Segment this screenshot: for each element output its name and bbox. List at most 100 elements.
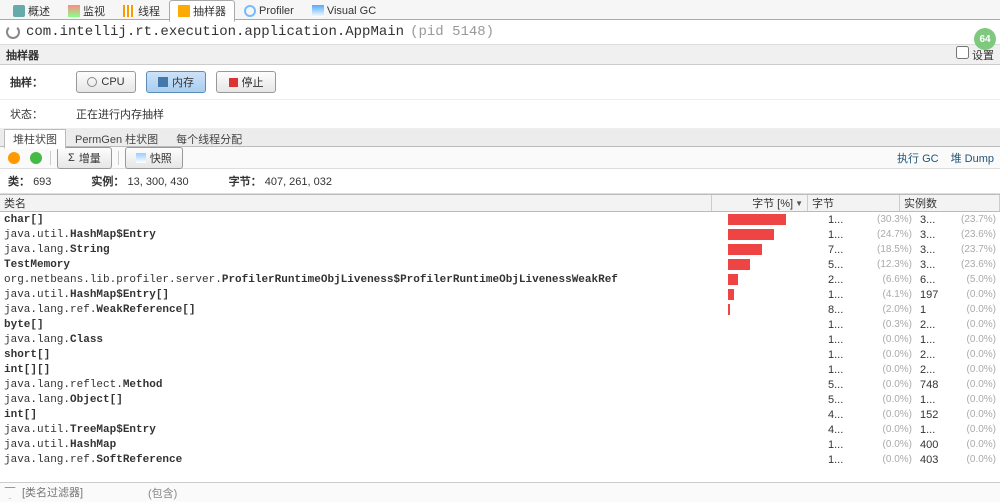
cell-bar: [728, 229, 824, 240]
table-row[interactable]: char[]1...(30.3%)3...(23.7%): [0, 212, 1000, 227]
table-row[interactable]: java.util.TreeMap$Entry4...(0.0%)1...(0.…: [0, 422, 1000, 437]
table-row[interactable]: TestMemory5...(12.3%)3...(23.6%): [0, 257, 1000, 272]
table-row[interactable]: short[]1...(0.0%)2...(0.0%): [0, 347, 1000, 362]
tab-threads[interactable]: 线程: [114, 0, 169, 22]
cell-bar: [728, 244, 824, 255]
section-header: 抽样器 设置: [0, 45, 1000, 65]
cell-classname: java.lang.reflect.Method: [0, 379, 728, 391]
subtab-perthread[interactable]: 每个线程分配: [167, 129, 251, 149]
cell-bar: [728, 319, 824, 330]
cell-classname: java.lang.ref.WeakReference[]: [0, 304, 728, 316]
table-row[interactable]: byte[]1...(0.3%)2...(0.0%): [0, 317, 1000, 332]
snapshot-icon: [136, 153, 146, 163]
col-classname[interactable]: 类名: [0, 195, 712, 211]
cell-bar: [728, 289, 824, 300]
cell-bar: [728, 409, 824, 420]
stop-icon: [229, 78, 238, 87]
table-row[interactable]: java.util.HashMap$Entry1...(24.7%)3...(2…: [0, 227, 1000, 242]
subtab-heap[interactable]: 堆柱状图: [4, 129, 66, 149]
cell-bytes: 5...(0.0%): [824, 394, 916, 406]
col-bytes-pct[interactable]: 字节 [%]▼: [712, 195, 808, 211]
sigma-icon: Σ: [68, 152, 75, 164]
cell-instances: 2...(0.0%): [916, 364, 1000, 376]
cell-classname: java.lang.ref.SoftReference: [0, 454, 728, 466]
table-row[interactable]: int[] 4...(0.0%)152(0.0%): [0, 407, 1000, 422]
cell-bar: [728, 214, 824, 225]
table-row[interactable]: java.lang.String7...(18.5%)3...(23.7%): [0, 242, 1000, 257]
arch-badge: 64: [974, 28, 996, 50]
stop-button[interactable]: 停止: [216, 71, 276, 93]
cell-bytes: 1...(0.0%): [824, 349, 916, 361]
process-name: com.intellij.rt.execution.application.Ap…: [26, 24, 404, 40]
filter-mode[interactable]: (包含): [148, 485, 177, 501]
cell-bar: [728, 349, 824, 360]
class-filter-input[interactable]: [22, 487, 142, 499]
table-row[interactable]: java.lang.reflect.Method5...(0.0%)748(0.…: [0, 377, 1000, 392]
table-row[interactable]: org.netbeans.lib.profiler.server.Profile…: [0, 272, 1000, 287]
cell-bytes: 1...(24.7%): [824, 229, 916, 241]
gc-link[interactable]: 执行 GC: [897, 150, 939, 166]
sampler-icon: [178, 5, 190, 17]
delta-button[interactable]: Σ增量: [57, 147, 112, 169]
cell-bar: [728, 334, 824, 345]
table-row[interactable]: java.lang.ref.WeakReference[]8...(2.0%)1…: [0, 302, 1000, 317]
heapdump-link[interactable]: 堆 Dump: [951, 150, 994, 166]
cell-bytes: 1...(0.0%): [824, 334, 916, 346]
cell-instances: 403(0.0%): [916, 454, 1000, 466]
filter-row: (包含): [0, 482, 1000, 502]
cell-classname: int[]: [0, 409, 728, 421]
table-body[interactable]: char[]1...(30.3%)3...(23.7%)java.util.Ha…: [0, 212, 1000, 482]
cell-bar: [728, 439, 824, 450]
table-row[interactable]: java.lang.Class1...(0.0%)1...(0.0%): [0, 332, 1000, 347]
filter-icon[interactable]: [4, 487, 16, 499]
cell-classname: java.util.TreeMap$Entry: [0, 424, 728, 436]
cell-bytes: 4...(0.0%): [824, 424, 916, 436]
snapshot-button[interactable]: 快照: [125, 147, 183, 169]
cell-bar: [728, 364, 824, 375]
refresh-icon[interactable]: [6, 25, 20, 39]
tab-visualgc[interactable]: Visual GC: [303, 2, 385, 20]
cell-bytes: 4...(0.0%): [824, 409, 916, 421]
cell-instances: 1...(0.0%): [916, 394, 1000, 406]
memory-button[interactable]: 内存: [146, 71, 206, 93]
chart-icon: [13, 5, 25, 17]
cell-classname: java.util.HashMap: [0, 439, 728, 451]
status-text: 正在进行内存抽样: [76, 106, 164, 122]
cell-bar: [728, 274, 824, 285]
cell-instances: 748(0.0%): [916, 379, 1000, 391]
monitor-icon: [68, 5, 80, 17]
table-row[interactable]: java.lang.ref.SoftReference1...(0.0%)403…: [0, 452, 1000, 467]
process-row: com.intellij.rt.execution.application.Ap…: [0, 20, 1000, 45]
col-instances[interactable]: 实例数: [900, 195, 1000, 211]
sort-desc-icon: ▼: [795, 199, 803, 208]
pause-icon[interactable]: [6, 150, 22, 166]
tab-monitor[interactable]: 监视: [59, 0, 114, 22]
table-row[interactable]: java.util.HashMap1...(0.0%)400(0.0%): [0, 437, 1000, 452]
instances-count: 13, 300, 430: [127, 176, 188, 188]
cell-instances: 152(0.0%): [916, 409, 1000, 421]
col-bytes[interactable]: 字节: [808, 195, 900, 211]
table-row[interactable]: int[][]1...(0.0%)2...(0.0%): [0, 362, 1000, 377]
controls-row: 抽样： CPU 内存 停止: [0, 65, 1000, 100]
cell-bytes: 1...(0.0%): [824, 364, 916, 376]
section-title: 抽样器: [6, 47, 39, 63]
table-row[interactable]: java.lang.Object[]5...(0.0%)1...(0.0%): [0, 392, 1000, 407]
cell-bytes: 5...(12.3%): [824, 259, 916, 271]
cpu-button[interactable]: CPU: [76, 71, 136, 93]
table-header: 类名 字节 [%]▼ 字节 实例数: [0, 194, 1000, 212]
subtab-permgen[interactable]: PermGen 柱状图: [66, 129, 167, 149]
memory-icon: [158, 77, 168, 87]
tab-profiler[interactable]: Profiler: [235, 2, 303, 20]
cell-instances: 2...(0.0%): [916, 319, 1000, 331]
status-label: 状态：: [10, 106, 46, 122]
tab-overview[interactable]: 概述: [4, 0, 59, 22]
cell-instances: 1...(0.0%): [916, 334, 1000, 346]
cell-bar: [728, 454, 824, 465]
gc-icon: [312, 5, 324, 17]
cell-bytes: 1...(4.1%): [824, 289, 916, 301]
refresh2-icon[interactable]: [28, 150, 44, 166]
cell-classname: char[]: [0, 214, 728, 226]
tab-sampler[interactable]: 抽样器: [169, 0, 235, 22]
table-row[interactable]: java.util.HashMap$Entry[]1...(4.1%)197(0…: [0, 287, 1000, 302]
profiler-icon: [244, 5, 256, 17]
